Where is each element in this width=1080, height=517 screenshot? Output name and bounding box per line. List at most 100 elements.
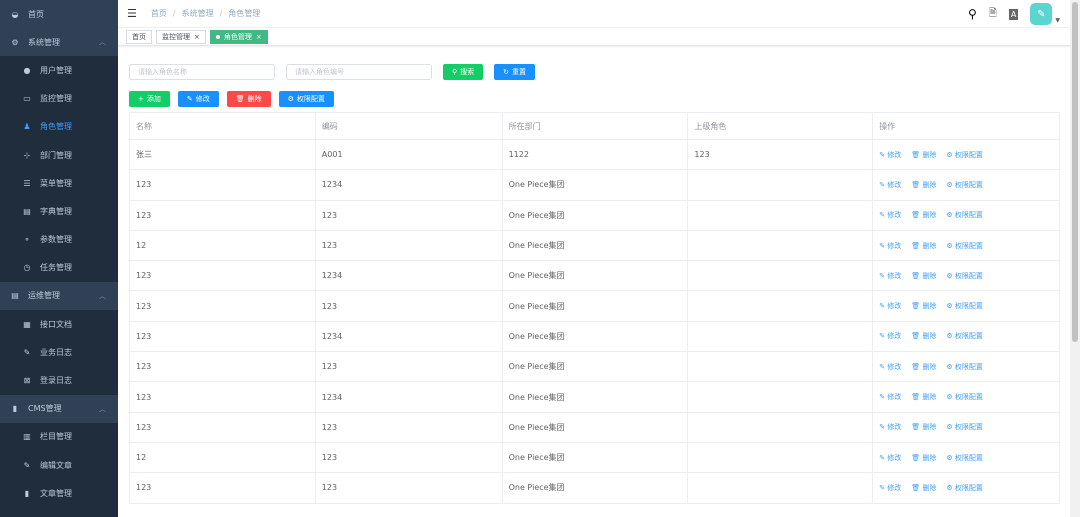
table-row[interactable]: 1231234One Piece集团✎ 修改🗑 删除⚙ 权限配置 — [130, 321, 1060, 351]
sidebar-item[interactable]: ▤运维管理︿ — [0, 282, 118, 310]
row-delete-link[interactable]: 🗑 删除 — [911, 454, 936, 462]
row-delete-link[interactable]: 🗑 删除 — [911, 151, 936, 159]
tag-monitor[interactable]: 监控管理× — [156, 30, 206, 44]
row-permission-link[interactable]: ⚙ 权限配置 — [946, 484, 983, 492]
row-edit-link[interactable]: ✎ 修改 — [879, 332, 901, 340]
avatar[interactable]: ✎ — [1030, 3, 1052, 25]
row-delete-link[interactable]: 🗑 删除 — [911, 332, 936, 340]
row-edit-link[interactable]: ✎ 修改 — [879, 302, 901, 310]
sidebar-item[interactable]: ▮文章管理 — [0, 479, 118, 507]
row-edit-link[interactable]: ✎ 修改 — [879, 363, 901, 371]
row-edit-link[interactable]: ✎ 修改 — [879, 393, 901, 401]
row-edit-link[interactable]: ✎ 修改 — [879, 272, 901, 280]
delete-button[interactable]: 🗑删除 — [227, 91, 271, 107]
row-edit-link[interactable]: ✎ 修改 — [879, 151, 901, 159]
search-label: 搜索 — [460, 67, 474, 77]
table-row[interactable]: 12123One Piece集团✎ 修改🗑 删除⚙ 权限配置 — [130, 442, 1060, 472]
sidebar-item[interactable]: ✎业务日志 — [0, 338, 118, 366]
gear-icon: ⚙ — [10, 38, 20, 47]
row-permission-link[interactable]: ⚙ 权限配置 — [946, 332, 983, 340]
role-name-input[interactable]: 请输入角色名称 — [129, 64, 275, 80]
row-permission-link[interactable]: ⚙ 权限配置 — [946, 393, 983, 401]
sidebar-item[interactable]: ◷任务管理 — [0, 254, 118, 282]
role-code-input[interactable]: 请输入角色编号 — [286, 64, 432, 80]
row-delete-link[interactable]: 🗑 删除 — [911, 272, 936, 280]
row-permission-link[interactable]: ⚙ 权限配置 — [946, 151, 983, 159]
scrollbar[interactable] — [1070, 0, 1080, 517]
search-button[interactable]: ⚲搜索 — [443, 64, 483, 80]
row-delete-link[interactable]: 🗑 删除 — [911, 484, 936, 492]
row-delete-link[interactable]: 🗑 删除 — [911, 393, 936, 401]
row-delete-link[interactable]: 🗑 删除 — [911, 423, 936, 431]
close-icon[interactable]: × — [256, 33, 262, 41]
table-cell: One Piece集团 — [502, 473, 688, 503]
row-edit-link[interactable]: ✎ 修改 — [879, 454, 901, 462]
actions-cell: ✎ 修改 🗑 删除 ⚙ 权限配置 — [873, 261, 1060, 291]
table-row[interactable]: 张三A0011122123✎ 修改🗑 删除⚙ 权限配置 — [130, 140, 1060, 170]
table-row[interactable]: 123123One Piece集团✎ 修改🗑 删除⚙ 权限配置 — [130, 352, 1060, 382]
table-row[interactable]: 123123One Piece集团✎ 修改🗑 删除⚙ 权限配置 — [130, 473, 1060, 503]
sidebar-item[interactable]: ⊹部门管理 — [0, 141, 118, 169]
row-edit-link[interactable]: ✎ 修改 — [879, 242, 901, 250]
table-row[interactable]: 12123One Piece集团✎ 修改🗑 删除⚙ 权限配置 — [130, 230, 1060, 260]
row-edit-link[interactable]: ✎ 修改 — [879, 423, 901, 431]
table-row[interactable]: 1231234One Piece集团✎ 修改🗑 删除⚙ 权限配置 — [130, 261, 1060, 291]
row-edit-link[interactable]: ✎ 修改 — [879, 211, 901, 219]
row-delete-link[interactable]: 🗑 删除 — [911, 363, 936, 371]
sidebar-item[interactable]: ♟角色管理 — [0, 113, 118, 141]
row-permission-link[interactable]: ⚙ 权限配置 — [946, 363, 983, 371]
sidebar-item[interactable]: ◒首页 — [0, 0, 118, 28]
row-delete-link[interactable]: 🗑 删除 — [911, 181, 936, 189]
breadcrumb-item[interactable]: 系统管理 — [182, 9, 214, 18]
table-row[interactable]: 1231234One Piece集团✎ 修改🗑 删除⚙ 权限配置 — [130, 170, 1060, 200]
search-icon[interactable]: ⚲ — [968, 7, 977, 21]
caret-down-icon[interactable]: ▼ — [1055, 17, 1060, 24]
hamburger-icon[interactable]: ☰ — [127, 7, 137, 20]
row-permission-link[interactable]: ⚙ 权限配置 — [946, 423, 983, 431]
row-permission-link[interactable]: ⚙ 权限配置 — [946, 454, 983, 462]
sidebar-item[interactable]: ▭监控管理 — [0, 85, 118, 113]
sidebar-item[interactable]: ▮CMS管理︿ — [0, 395, 118, 423]
reset-label: 重置 — [512, 67, 526, 77]
edit-button[interactable]: ✎修改 — [178, 91, 219, 107]
sidebar-item[interactable]: ☰菜单管理 — [0, 169, 118, 197]
tag-role[interactable]: 角色管理× — [210, 30, 268, 44]
row-permission-link[interactable]: ⚙ 权限配置 — [946, 181, 983, 189]
sidebar-item-label: 系统管理 — [28, 37, 60, 48]
scrollbar-thumb[interactable] — [1072, 2, 1078, 342]
sidebar-item[interactable]: ⚬参数管理 — [0, 226, 118, 254]
row-edit-link[interactable]: ✎ 修改 — [879, 181, 901, 189]
breadcrumb-item[interactable]: 首页 — [151, 9, 167, 18]
add-button[interactable]: +添加 — [129, 91, 170, 107]
chevron-up-icon: ︿ — [99, 291, 106, 301]
row-edit-link[interactable]: ✎ 修改 — [879, 484, 901, 492]
table-row[interactable]: 123123One Piece集团✎ 修改🗑 删除⚙ 权限配置 — [130, 291, 1060, 321]
row-delete-link[interactable]: 🗑 删除 — [911, 211, 936, 219]
row-permission-link[interactable]: ⚙ 权限配置 — [946, 242, 983, 250]
sidebar-item[interactable]: ▤字典管理 — [0, 197, 118, 225]
reset-button[interactable]: ↻重置 — [494, 64, 535, 80]
sidebar-item[interactable]: ⚙系统管理︿ — [0, 28, 118, 56]
sidebar-item[interactable]: ●用户管理 — [0, 56, 118, 84]
row-permission-link[interactable]: ⚙ 权限配置 — [946, 211, 983, 219]
table-row[interactable]: 123123One Piece集团✎ 修改🗑 删除⚙ 权限配置 — [130, 200, 1060, 230]
row-permission-link[interactable]: ⚙ 权限配置 — [946, 302, 983, 310]
sidebar-item[interactable]: ✎编辑文章 — [0, 451, 118, 479]
tag-home[interactable]: 首页 — [126, 30, 152, 44]
permission-button[interactable]: ⚙权限配置 — [279, 91, 334, 107]
sidebar-item[interactable]: ▦接口文档 — [0, 310, 118, 338]
table-cell: 123 — [130, 200, 316, 230]
close-icon[interactable]: × — [194, 33, 200, 41]
document-icon[interactable]: 🗎 — [989, 6, 997, 23]
table-row[interactable]: 123123One Piece集团✎ 修改🗑 删除⚙ 权限配置 — [130, 412, 1060, 442]
sidebar-item[interactable]: ▥栏目管理 — [0, 423, 118, 451]
row-permission-link[interactable]: ⚙ 权限配置 — [946, 272, 983, 280]
actions-cell: ✎ 修改 🗑 删除 ⚙ 权限配置 — [873, 200, 1060, 230]
font-size-icon[interactable]: A — [1009, 9, 1018, 20]
sidebar-item[interactable]: ⊠登录日志 — [0, 366, 118, 394]
row-delete-link[interactable]: 🗑 删除 — [911, 302, 936, 310]
table-row[interactable]: 1231234One Piece集团✎ 修改🗑 删除⚙ 权限配置 — [130, 382, 1060, 412]
dot-icon — [216, 35, 220, 39]
actions-cell: ✎ 修改 🗑 删除 ⚙ 权限配置 — [873, 473, 1060, 503]
row-delete-link[interactable]: 🗑 删除 — [911, 242, 936, 250]
